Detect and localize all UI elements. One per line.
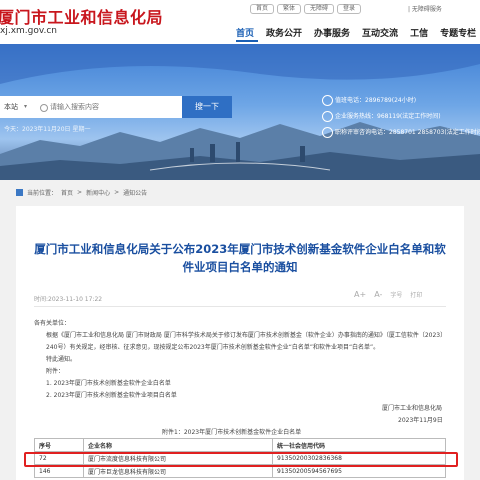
breadcrumb-notices[interactable]: 通知公告	[123, 188, 147, 197]
font-size-label: 字号	[390, 292, 403, 299]
breadcrumb-news[interactable]: 新闻中心	[86, 188, 110, 197]
table-header: 统一社会信用代码	[272, 438, 446, 452]
nav-item-gov-info[interactable]: 政务公开	[266, 26, 302, 39]
hero-banner: 本站 ▾ 搜一下 今天：2023年11月20日 星期一 值班电话：2896789…	[0, 44, 480, 180]
breadcrumb: 当前位置： 首页 > 新闻中心 > 通知公告	[16, 188, 147, 197]
top-link-login[interactable]: 登录	[337, 4, 362, 14]
divider	[34, 306, 446, 307]
search-button[interactable]: 搜一下	[182, 96, 232, 118]
body-paragraph: 根据《厦门市工业和信息化局 厦门市财政局 厦门市科学技术局关于修订发布厦门市技术…	[46, 332, 444, 351]
closing-line: 特此通知。	[46, 356, 77, 363]
publish-time: 时间:2023-11-10 17:22	[34, 296, 103, 303]
hotline-text: 职称评审咨询电话：2858701 2858703(法定工作时间)	[335, 129, 480, 136]
font-increase-button[interactable]: A+	[354, 290, 366, 299]
article-title: 厦门市工业和信息化局关于公布2023年厦门市技术创新基金软件企业白名单和软件业项…	[34, 242, 446, 274]
article-body: 各有关单位： 根据《厦门市工业和信息化局 厦门市财政局 厦门市科学技术局关于修订…	[34, 318, 446, 402]
font-decrease-button[interactable]: A-	[374, 290, 382, 299]
site-title[interactable]: 厦门市工业和信息化局	[0, 4, 163, 28]
hotline-text: 值班电话：2896789(24小时)	[335, 97, 417, 104]
article-tools: A+ A- 字号 打印	[354, 290, 422, 299]
table-header-row: 序号 企业名称 统一社会信用代码	[34, 438, 446, 452]
signature-org: 厦门市工业和信息化局	[382, 405, 443, 412]
top-link-accessibility[interactable]: 无障碍	[304, 4, 335, 14]
main-nav: 首页 政务公开 办事服务 互动交流 工信 专题专栏	[236, 26, 476, 39]
attachment-link-1[interactable]: 1. 2023年厦门市技术创新基金软件企业白名单	[34, 378, 446, 390]
site-header: 厦门市工业和信息化局 xj.xm.gov.cn 首页 繁体 无障碍 登录 | 无…	[0, 0, 480, 44]
nav-item-services[interactable]: 办事服务	[314, 26, 350, 39]
accessibility-service-link[interactable]: | 无障碍服务	[408, 4, 442, 13]
nav-active-indicator	[236, 40, 258, 42]
nav-item-home[interactable]: 首页	[236, 26, 254, 39]
breadcrumb-separator: >	[114, 189, 120, 196]
search-input[interactable]	[40, 100, 186, 114]
phone-icon	[322, 127, 333, 138]
search-scope-select[interactable]: 本站	[4, 102, 18, 112]
print-button[interactable]: 打印	[410, 290, 422, 299]
current-date: 今天：2023年11月20日 星期一	[4, 126, 91, 133]
appendix-title: 附件1：2023年厦门市技术创新基金软件企业白名单	[162, 429, 302, 436]
greeting: 各有关单位：	[34, 320, 71, 327]
phone-icon	[322, 111, 333, 122]
search-box: 本站 ▾	[0, 96, 186, 118]
breadcrumb-label: 当前位置：	[27, 190, 58, 197]
chevron-down-icon[interactable]: ▾	[24, 103, 27, 110]
breadcrumb-separator: >	[77, 189, 83, 196]
attachment-link-2[interactable]: 2. 2023年厦门市技术创新基金软件业项目白名单	[34, 390, 446, 402]
nav-item-topics[interactable]: 专题专栏	[440, 26, 476, 39]
home-icon	[16, 189, 23, 196]
hotline-text: 企业服务热线：968119(法定工作时间)	[335, 113, 441, 120]
table-header: 企业名称	[83, 438, 273, 452]
site-domain: xj.xm.gov.cn	[0, 26, 58, 36]
attachments-label: 附件：	[46, 368, 65, 375]
table-header: 序号	[34, 438, 84, 452]
phone-icon	[322, 95, 333, 106]
nav-item-industry[interactable]: 工信	[410, 26, 428, 39]
breadcrumb-home[interactable]: 首页	[61, 188, 73, 197]
top-link-traditional[interactable]: 繁体	[277, 4, 302, 14]
top-link-home[interactable]: 首页	[250, 4, 275, 14]
top-links: 首页 繁体 无障碍 登录	[250, 4, 362, 14]
article-card: 厦门市工业和信息化局关于公布2023年厦门市技术创新基金软件企业白名单和软件业项…	[16, 206, 464, 480]
nav-item-interaction[interactable]: 互动交流	[362, 26, 398, 39]
signature-date: 2023年11月9日	[398, 417, 443, 424]
highlight-annotation	[24, 452, 458, 467]
